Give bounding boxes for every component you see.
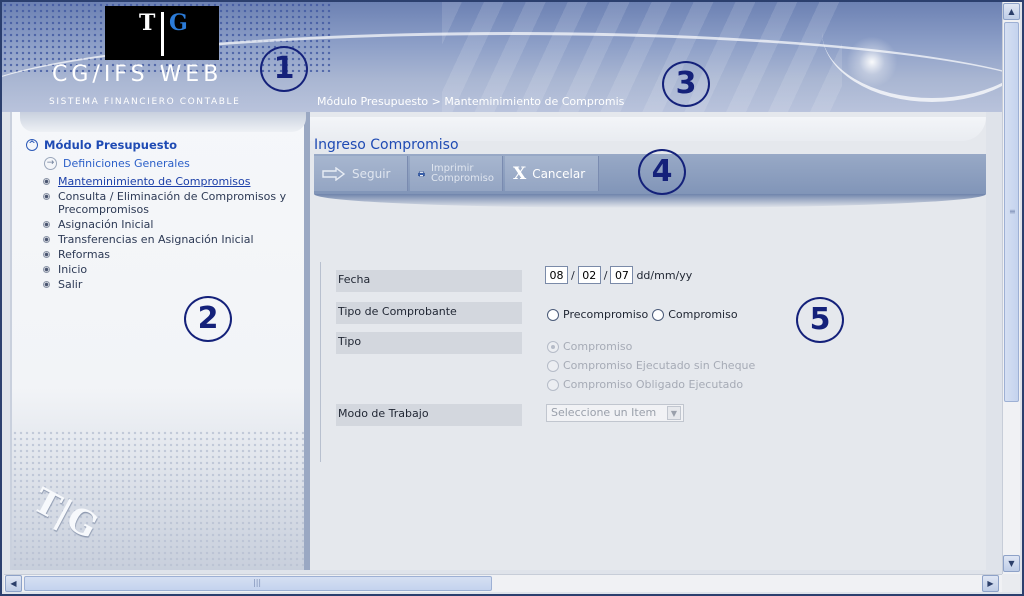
- fecha-field: / / dd/mm/yy: [545, 266, 692, 284]
- bullet-icon: [43, 251, 50, 258]
- app-header: T G CG/IFS WEB SISTEMA FINANCIERO CONTAB…: [2, 2, 1002, 112]
- radio-compromiso[interactable]: Compromiso: [652, 308, 738, 321]
- sidebar-item-consulta[interactable]: Consulta / Eliminación de Compromisos y …: [40, 190, 310, 216]
- browser-window: T G CG/IFS WEB SISTEMA FINANCIERO CONTAB…: [0, 0, 1024, 596]
- bullet-icon: [43, 193, 50, 200]
- sidebar-module-title[interactable]: ^ Módulo Presupuesto: [26, 138, 177, 152]
- horizontal-scroll-thumb[interactable]: |||: [24, 576, 492, 591]
- app-name: CG/IFS WEB: [52, 62, 223, 87]
- page-title: Ingreso Compromiso: [314, 137, 459, 153]
- chevron-down-icon[interactable]: ▼: [667, 406, 681, 420]
- annotation-2: 2: [184, 296, 232, 342]
- app-subtitle: SISTEMA FINANCIERO CONTABLE: [49, 97, 241, 107]
- bullet-icon: [43, 266, 50, 273]
- annotation-4: 4: [638, 149, 686, 195]
- tipo-group: Compromiso Compromiso Ejecutado sin Cheq…: [547, 340, 755, 391]
- sidebar-item-inicio[interactable]: Inicio: [40, 263, 310, 276]
- radio-circle-icon[interactable]: [652, 308, 665, 321]
- form-left-rule: [320, 262, 321, 462]
- sidebar-item-asignacion[interactable]: Asignación Inicial: [40, 218, 310, 231]
- sidebar: ^ Módulo Presupuesto → Definiciones Gene…: [10, 112, 310, 570]
- collapse-up-icon[interactable]: ^: [26, 139, 38, 151]
- arrow-right-icon: →: [44, 157, 57, 170]
- seguir-button[interactable]: Seguir: [314, 156, 408, 191]
- cancelar-button[interactable]: X Cancelar: [505, 156, 599, 191]
- imprimir-label-line1: Imprimir: [430, 162, 474, 174]
- bullet-icon: [43, 178, 50, 185]
- modo-trabajo-select[interactable]: Seleccione un Item ▼: [546, 404, 684, 422]
- sidebar-item-mantenimiento[interactable]: Manteminimiento de Compromisos: [40, 175, 310, 188]
- cancelar-label: Cancelar: [532, 166, 586, 181]
- scroll-left-icon[interactable]: ◀: [5, 575, 22, 592]
- modo-trabajo-label: Modo de Trabajo: [336, 404, 522, 426]
- annotation-5: 5: [796, 297, 844, 343]
- close-x-icon: X: [513, 163, 527, 184]
- fecha-label: Fecha: [336, 270, 522, 292]
- sidebar-item-salir[interactable]: Salir: [40, 278, 310, 291]
- sidebar-item-definitions[interactable]: → Definiciones Generales: [44, 157, 190, 170]
- radio-circle-icon[interactable]: [547, 340, 559, 353]
- radio-tipo-ejecutado-sin-cheque[interactable]: Compromiso Ejecutado sin Cheque: [547, 359, 755, 372]
- company-logo: T G: [105, 6, 219, 60]
- header-sparkle: [842, 32, 902, 92]
- scroll-corner: [1002, 574, 1020, 592]
- fecha-year-input[interactable]: [610, 266, 634, 284]
- tipo-comprobante-group: Precompromiso Compromiso: [547, 308, 738, 321]
- radio-tipo-compromiso[interactable]: Compromiso: [547, 340, 755, 353]
- vertical-scroll-thumb[interactable]: ≡: [1004, 22, 1019, 402]
- sidebar-menu: Manteminimiento de Compromisos Consulta …: [40, 175, 310, 293]
- radio-precompromiso[interactable]: Precompromiso: [547, 308, 648, 321]
- toolbar-shadow: [314, 194, 986, 208]
- horizontal-scrollbar[interactable]: ◀ ||| ▶: [4, 574, 1002, 592]
- arrow-right-icon: [322, 166, 346, 181]
- module-title-label: Módulo Presupuesto: [44, 138, 178, 152]
- radio-tipo-obligado-ejecutado[interactable]: Compromiso Obligado Ejecutado: [547, 378, 755, 391]
- breadcrumb: Módulo Presupuesto > Manteminimiento de …: [317, 95, 625, 108]
- radio-circle-icon[interactable]: [547, 378, 559, 391]
- logo-letter-g: G: [169, 10, 188, 36]
- printer-icon: [418, 170, 425, 177]
- scroll-right-icon[interactable]: ▶: [982, 575, 999, 592]
- radio-circle-icon[interactable]: [547, 359, 559, 372]
- imprimir-label-line2: Compromiso: [430, 172, 494, 184]
- fecha-day-input[interactable]: [545, 266, 568, 284]
- logo-letter-t: T: [139, 10, 156, 36]
- annotation-3: 3: [662, 61, 710, 107]
- sidebar-item-reformas[interactable]: Reformas: [40, 248, 310, 261]
- tipo-label: Tipo: [336, 332, 522, 354]
- scroll-up-icon[interactable]: ▲: [1003, 3, 1020, 20]
- radio-circle-icon[interactable]: [547, 308, 559, 321]
- sidebar-top-bar: [20, 112, 306, 132]
- bullet-icon: [43, 221, 50, 228]
- sidebar-item-transferencias[interactable]: Transferencias en Asignación Inicial: [40, 233, 310, 246]
- logo-bar: [161, 12, 164, 56]
- imprimir-compromiso-button[interactable]: Imprimir Compromiso: [410, 156, 503, 191]
- seguir-label: Seguir: [352, 166, 391, 181]
- scroll-down-icon[interactable]: ▼: [1003, 555, 1020, 572]
- fecha-month-input[interactable]: [577, 266, 601, 284]
- vertical-scrollbar[interactable]: ▲ ≡ ▼: [1002, 2, 1020, 574]
- bullet-icon: [43, 281, 50, 288]
- annotation-1: 1: [260, 46, 308, 92]
- definitions-label: Definiciones Generales: [63, 157, 190, 170]
- bullet-icon: [43, 236, 50, 243]
- fecha-format-hint: dd/mm/yy: [636, 268, 693, 282]
- tipo-comprobante-label: Tipo de Comprobante: [336, 302, 522, 324]
